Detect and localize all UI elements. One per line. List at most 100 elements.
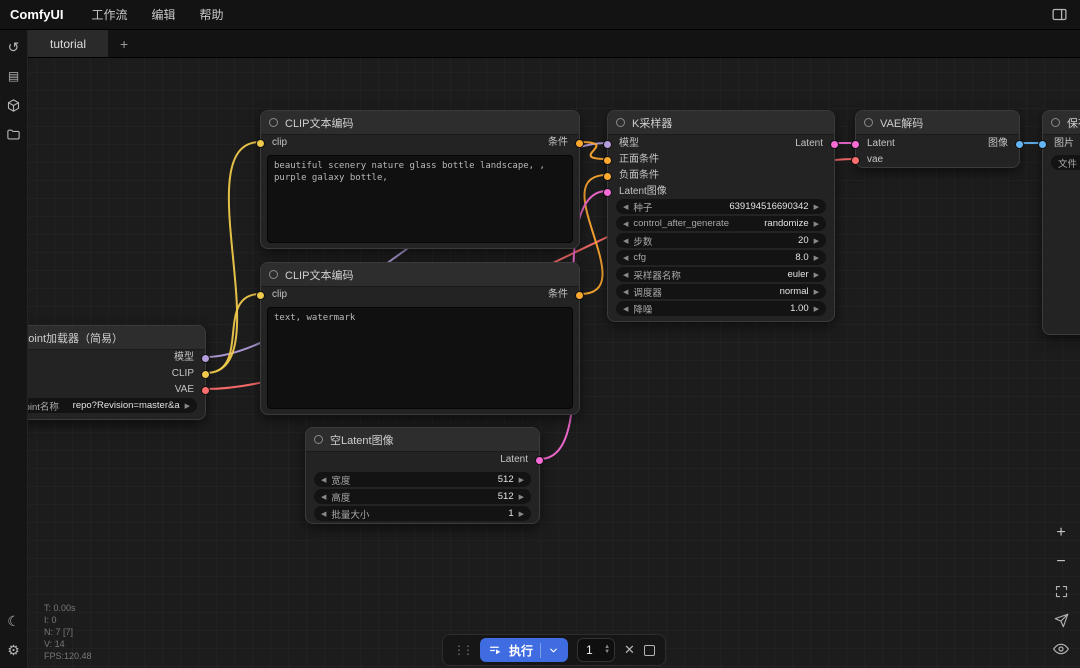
prev-arrow[interactable]: ◀: [623, 220, 628, 228]
decrement-arrow[interactable]: ◀: [321, 510, 326, 518]
node-header[interactable]: 空Latent图像: [306, 428, 539, 452]
toggle-links-eye-icon[interactable]: [1052, 640, 1070, 658]
new-workflow-button[interactable]: +: [109, 30, 139, 57]
widget-seed[interactable]: ◀ 种子 639194516690342 ▶: [616, 199, 826, 214]
widget-control-after-generate[interactable]: ◀ control_after_generate randomize ▶: [616, 216, 826, 231]
collapse-dot[interactable]: [1051, 118, 1060, 127]
node-clip-text-encode-negative[interactable]: CLIP文本编码 clip 条件 text, watermark: [256, 262, 584, 415]
decrement-arrow[interactable]: ◀: [321, 476, 326, 484]
input-slot-images[interactable]: [1038, 140, 1047, 149]
widget-height[interactable]: ◀ 高度 512 ▶: [314, 489, 531, 504]
prompt-textarea[interactable]: text, watermark: [267, 307, 573, 409]
prompt-textarea[interactable]: beautiful scenery nature glass bottle la…: [267, 155, 573, 243]
node-library-icon[interactable]: [4, 95, 24, 115]
input-slot-latent[interactable]: [603, 188, 612, 197]
node-ksampler[interactable]: K采样器 模型 正面条件 负面条件 Latent图像 Latent ◀ 种子 6…: [603, 110, 839, 322]
panel-toggle-icon[interactable]: [1051, 6, 1068, 23]
output-slot-conditioning[interactable]: [575, 139, 584, 148]
widget-filename-prefix[interactable]: 文件: [1051, 155, 1080, 170]
input-slot-latent[interactable]: [851, 140, 860, 149]
node-header[interactable]: K采样器: [608, 111, 834, 135]
node-header[interactable]: CLIP文本编码: [261, 111, 579, 135]
increment-arrow[interactable]: ▶: [814, 237, 819, 245]
increment-arrow[interactable]: ▶: [519, 510, 524, 518]
collapse-dot[interactable]: [864, 118, 873, 127]
widget-width[interactable]: ◀ 宽度 512 ▶: [314, 472, 531, 487]
output-slot-image[interactable]: [1015, 140, 1024, 149]
decrement-arrow[interactable]: ◀: [623, 237, 628, 245]
collapse-dot[interactable]: [269, 270, 278, 279]
widget-scheduler[interactable]: ◀ 调度器 normal ▶: [616, 284, 826, 299]
drag-handle[interactable]: ⋮⋮: [453, 643, 474, 657]
collapse-dot[interactable]: [269, 118, 278, 127]
widget-steps[interactable]: ◀ 步数 20 ▶: [616, 233, 826, 248]
zoom-in-icon[interactable]: +: [1052, 524, 1070, 542]
menu-help[interactable]: 帮助: [187, 6, 235, 23]
next-arrow[interactable]: ▶: [185, 402, 190, 410]
next-arrow[interactable]: ▶: [814, 271, 819, 279]
output-slot-model[interactable]: [201, 354, 210, 363]
widget-batch-size[interactable]: ◀ 批量大小 1 ▶: [314, 506, 531, 521]
increment-arrow[interactable]: ▶: [814, 254, 819, 262]
collapse-dot[interactable]: [314, 435, 323, 444]
stop-icon[interactable]: [643, 644, 655, 656]
output-slot-vae[interactable]: [201, 386, 210, 395]
increment-arrow[interactable]: ▶: [519, 476, 524, 484]
decrement-arrow[interactable]: ◀: [623, 305, 628, 313]
output-slot-latent[interactable]: [535, 456, 544, 465]
input-slot-clip[interactable]: [256, 139, 265, 148]
input-slot-positive[interactable]: [603, 156, 612, 165]
widget-value: 20: [798, 235, 809, 246]
queue-run-button[interactable]: 执行: [480, 638, 569, 662]
node-checkpoint-loader[interactable]: Checkpoint加载器（简易） 模型 CLIP VAE ◀ Checkpoi…: [0, 325, 210, 420]
decrement-arrow[interactable]: ◀: [623, 203, 628, 211]
settings-gear-icon[interactable]: ⚙: [4, 640, 24, 660]
widget-sampler-name[interactable]: ◀ 采样器名称 euler ▶: [616, 267, 826, 282]
input-label-positive: 正面条件: [619, 154, 659, 165]
focus-node-icon[interactable]: [1052, 611, 1070, 629]
next-arrow[interactable]: ▶: [814, 288, 819, 296]
node-header[interactable]: CLIP文本编码: [261, 263, 579, 287]
run-queue-icon: [490, 646, 501, 654]
fit-view-icon[interactable]: [1052, 582, 1070, 600]
prev-arrow[interactable]: ◀: [623, 288, 628, 296]
decrement-arrow[interactable]: ◀: [623, 254, 628, 262]
widget-cfg[interactable]: ◀ cfg 8.0 ▶: [616, 250, 826, 265]
output-slot-clip[interactable]: [201, 370, 210, 379]
prev-arrow[interactable]: ◀: [623, 271, 628, 279]
queue-icon[interactable]: ▤: [4, 66, 24, 86]
decrement-arrow[interactable]: ◀: [321, 493, 326, 501]
node-empty-latent-image[interactable]: 空Latent图像 Latent ◀ 宽度 512 ▶ ◀ 高度 512 ▶ ◀…: [305, 427, 544, 524]
increment-arrow[interactable]: ▶: [814, 305, 819, 313]
input-slot-negative[interactable]: [603, 172, 612, 181]
next-arrow[interactable]: ▶: [814, 220, 819, 228]
output-slot-conditioning[interactable]: [575, 291, 584, 300]
zoom-out-icon[interactable]: −: [1052, 553, 1070, 571]
node-header[interactable]: 保存图像: [1043, 111, 1080, 135]
chevron-down-icon[interactable]: [548, 645, 559, 656]
widget-label: 采样器名称: [633, 270, 681, 282]
workflows-folder-icon[interactable]: [4, 124, 24, 144]
theme-toggle-icon[interactable]: ☾: [4, 611, 24, 631]
increment-arrow[interactable]: ▶: [519, 493, 524, 501]
menu-workflow[interactable]: 工作流: [79, 6, 139, 23]
output-slot-latent[interactable]: [830, 140, 839, 149]
node-header[interactable]: Checkpoint加载器（简易）: [0, 326, 205, 350]
node-vae-decode[interactable]: VAE解码 Latent vae 图像: [851, 110, 1024, 168]
node-clip-text-encode-positive[interactable]: CLIP文本编码 clip 条件 beautiful scenery natur…: [256, 110, 584, 249]
widget-denoise[interactable]: ◀ 降噪 1.00 ▶: [616, 301, 826, 316]
input-slot-clip[interactable]: [256, 291, 265, 300]
cancel-icon[interactable]: ✕: [624, 642, 635, 658]
batch-count-stepper[interactable]: 1 ▲ ▼: [577, 638, 616, 662]
tab-tutorial[interactable]: tutorial: [28, 30, 110, 57]
increment-arrow[interactable]: ▶: [814, 203, 819, 211]
input-slot-vae[interactable]: [851, 156, 860, 165]
collapse-dot[interactable]: [616, 118, 625, 127]
widget-ckpt-name[interactable]: ◀ Checkpoint名称 repo?Revision=master&a ▶: [0, 398, 197, 413]
history-icon[interactable]: ↺: [4, 37, 24, 57]
node-header[interactable]: VAE解码: [856, 111, 1019, 135]
node-save-image[interactable]: 保存图像 图片 文件: [1038, 110, 1080, 335]
menu-edit[interactable]: 编辑: [139, 6, 187, 23]
stepper-arrows[interactable]: ▲ ▼: [604, 644, 610, 655]
input-slot-model[interactable]: [603, 140, 612, 149]
